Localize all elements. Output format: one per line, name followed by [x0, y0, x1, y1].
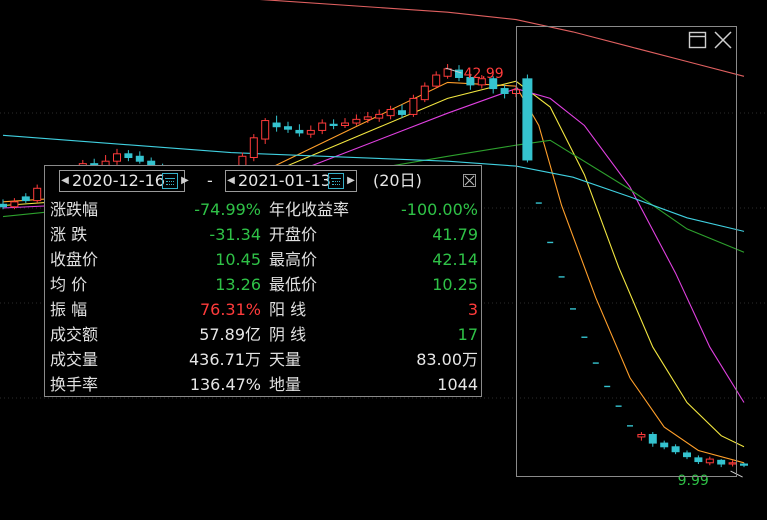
stat-value: 76.31%: [199, 300, 261, 319]
panel-close-icon[interactable]: [463, 174, 476, 187]
candle: [420, 85, 429, 101]
stat-value: 136.47%: [189, 375, 261, 394]
calendar-icon[interactable]: [162, 173, 178, 189]
date-range-bar: ◀ 2020-12-16 ▶ - ◀ 2021-01-13 ▶ (20日): [49, 170, 477, 194]
stat-label: 阴 线: [269, 325, 307, 344]
candle: [33, 187, 42, 202]
stat-value: 13.26: [215, 275, 261, 294]
candle: [306, 129, 315, 135]
restore-icon[interactable]: [688, 30, 708, 50]
stat-value: 83.00万: [416, 350, 478, 369]
candle: [124, 153, 133, 159]
stat-value: 10.45: [215, 250, 261, 269]
stat-label: 均 价: [50, 275, 88, 294]
stat-label: 年化收益率: [269, 200, 350, 219]
stat-value: 57.89亿: [199, 325, 261, 344]
stat-value: -31.34: [209, 225, 261, 244]
stat-value: 10.25: [432, 275, 478, 294]
end-date-text: 2021-01-13: [238, 171, 331, 190]
stat-label: 阳 线: [269, 300, 307, 319]
candle: [363, 116, 372, 120]
stat-value: -100.00%: [401, 200, 478, 219]
stat-value: 17: [457, 325, 478, 344]
end-date-picker[interactable]: ◀ 2021-01-13 ▶: [225, 170, 357, 192]
stat-label: 地量: [269, 375, 302, 394]
candle: [21, 196, 30, 202]
prev-arrow-icon[interactable]: ◀: [226, 171, 236, 191]
high-price-label: 42.99: [464, 66, 504, 82]
stat-label: 最低价: [269, 275, 318, 294]
prev-arrow-icon[interactable]: ◀: [60, 171, 70, 191]
interval-selection-box[interactable]: [516, 26, 737, 477]
candle: [0, 203, 7, 208]
stat-label: 最高价: [269, 250, 318, 269]
stat-label: 开盘价: [269, 225, 318, 244]
candle: [386, 108, 395, 117]
candle: [272, 122, 281, 128]
stat-label: 成交量: [50, 350, 99, 369]
candle: [375, 113, 384, 119]
candle: [318, 122, 327, 131]
calendar-icon[interactable]: [328, 173, 344, 189]
candle: [249, 137, 258, 159]
stat-label: 涨 跌: [50, 225, 88, 244]
close-icon[interactable]: [713, 30, 733, 50]
next-arrow-icon[interactable]: ▶: [180, 171, 190, 191]
candle: [284, 126, 292, 130]
candle: [352, 118, 361, 124]
candle: [135, 155, 144, 162]
candle: [113, 153, 121, 162]
start-date-picker[interactable]: ◀ 2020-12-16 ▶: [59, 170, 189, 192]
stat-value: 3: [467, 300, 478, 319]
candle: [341, 122, 349, 126]
stat-label: 天量: [269, 350, 302, 369]
date-separator: -: [207, 171, 213, 190]
next-arrow-icon[interactable]: ▶: [346, 171, 356, 191]
interval-stats-panel: ◀ 2020-12-16 ▶ - ◀ 2021-01-13 ▶ (20日) 涨跌…: [44, 165, 482, 397]
candle: [329, 123, 338, 126]
stat-label: 换手率: [50, 375, 99, 394]
candle: [409, 97, 418, 115]
candle: [500, 88, 509, 94]
stat-value: 1044: [437, 375, 478, 394]
start-date-text: 2020-12-16: [72, 171, 165, 190]
stat-value: 41.79: [432, 225, 478, 244]
trading-days-count: (20日): [373, 171, 422, 190]
stat-label: 涨跌幅: [50, 200, 99, 219]
candle: [432, 74, 441, 87]
stat-value: -74.99%: [194, 200, 261, 219]
stat-value: 436.71万: [189, 350, 261, 369]
candle: [740, 463, 748, 466]
stat-label: 收盘价: [50, 250, 99, 269]
candle: [10, 201, 19, 208]
candle: [295, 129, 304, 134]
stat-value: 42.14: [432, 250, 478, 269]
candle: [261, 120, 270, 140]
stat-label: 振 幅: [50, 300, 88, 319]
candle: [398, 110, 406, 115]
stat-label: 成交额: [50, 325, 99, 344]
